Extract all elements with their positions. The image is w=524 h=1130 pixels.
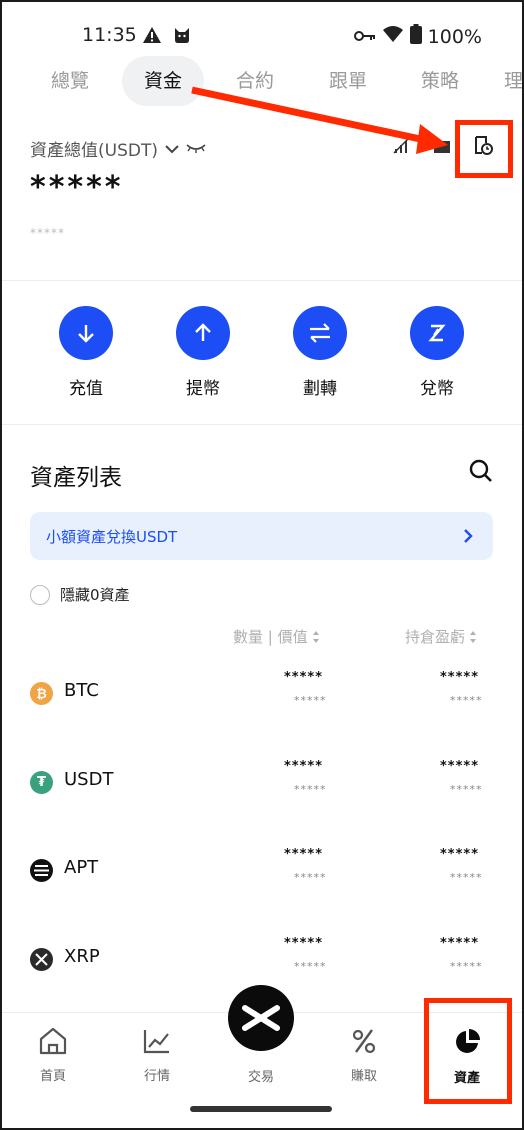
annotation-arrow: [191, 86, 448, 154]
annotation-box-history: [455, 120, 513, 178]
annotation-box-assets: [424, 998, 512, 1104]
